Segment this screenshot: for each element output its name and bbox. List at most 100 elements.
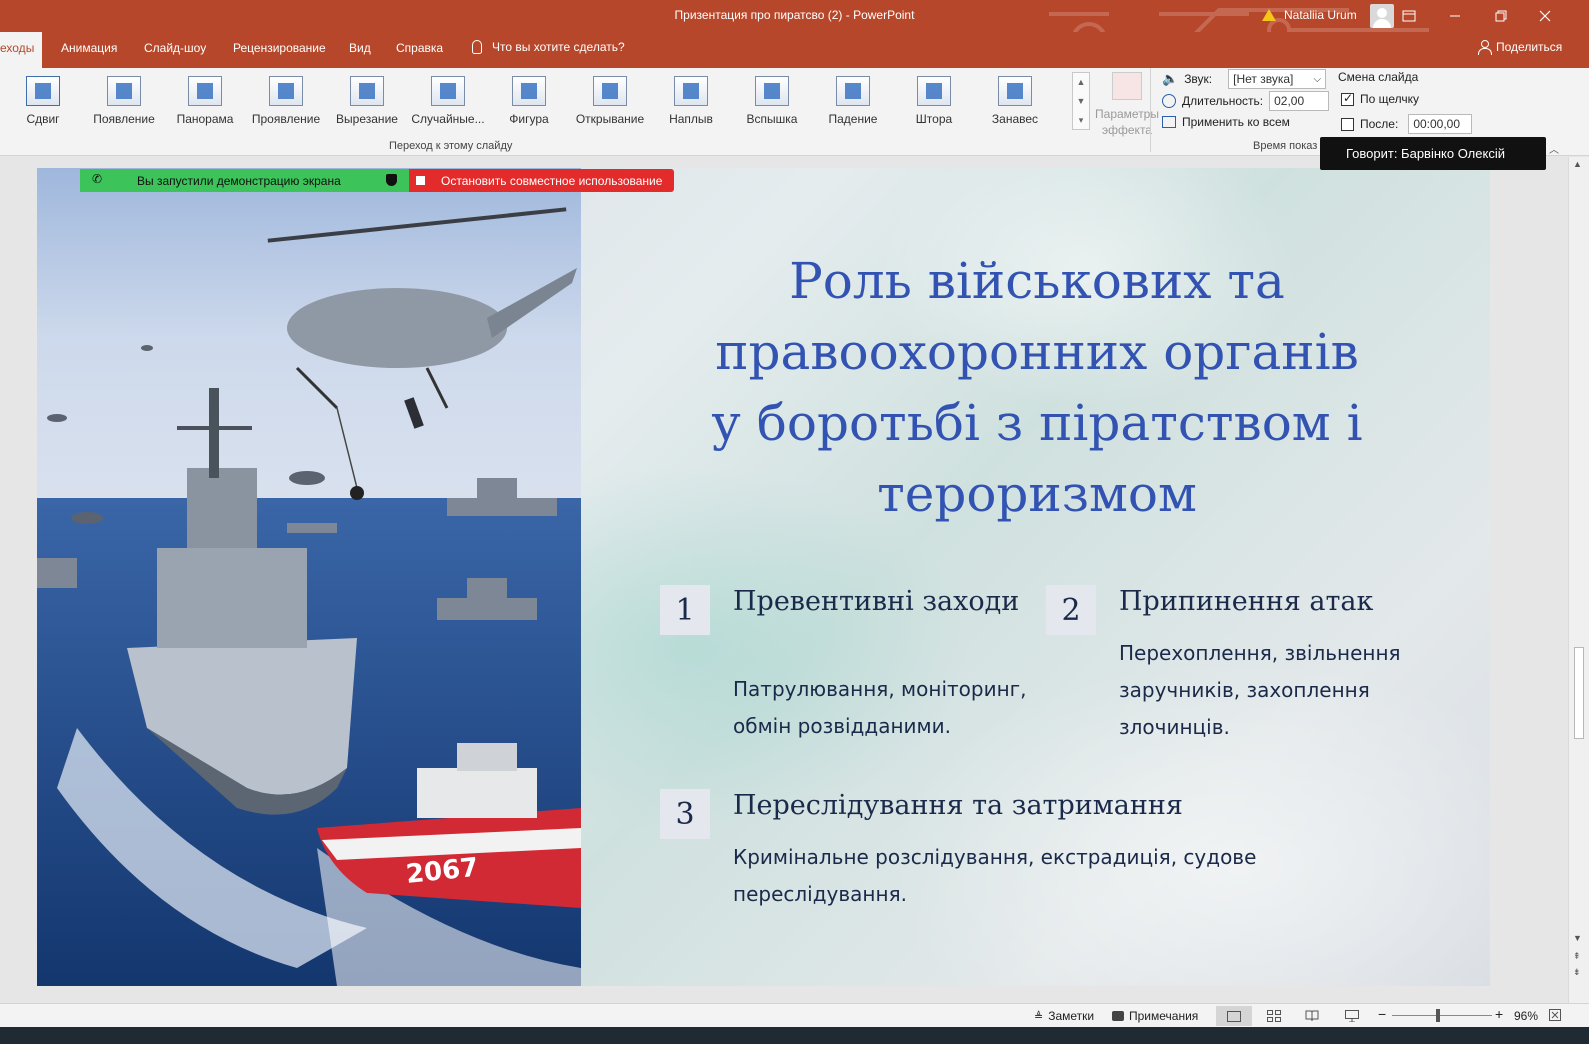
share-button[interactable]: Поделиться: [1478, 40, 1563, 55]
apply-all-button[interactable]: Применить ко всем: [1162, 115, 1290, 129]
zoom-slider-thumb[interactable]: [1436, 1009, 1440, 1022]
tell-me-search[interactable]: Что вы хотите сделать?: [472, 40, 625, 54]
slide[interactable]: 2067 Роль військових та правоохоронних о…: [37, 168, 1490, 986]
transition-cover[interactable]: Наплыв: [651, 74, 731, 130]
slide-title[interactable]: Роль військових та правоохоронних органі…: [657, 246, 1417, 530]
item-body[interactable]: Кримінальне розслідування, екстрадиція, …: [733, 839, 1256, 913]
slideshow-icon: [1345, 1010, 1359, 1022]
zoom-level[interactable]: 96%: [1514, 1009, 1538, 1023]
sound-label: Звук:: [1184, 72, 1213, 86]
on-click-checkbox[interactable]: По щелчку: [1341, 91, 1419, 106]
stop-sharing-button[interactable]: Остановить совместное использование: [409, 169, 674, 192]
scroll-down-icon[interactable]: ▼: [1573, 933, 1582, 943]
scroll-up-icon[interactable]: ▲: [1573, 159, 1582, 169]
after-row: После: 00:00,00: [1341, 114, 1473, 134]
os-taskbar: [0, 1027, 1589, 1044]
after-time-spinner[interactable]: 00:00,00: [1408, 114, 1473, 134]
slide-photo-naval-operation[interactable]: 2067: [37, 168, 581, 986]
tab-slideshow[interactable]: Слайд-шоу: [144, 41, 206, 55]
user-name: Nataliia Urum: [1284, 8, 1357, 22]
group-label-timing: Время показ: [1253, 140, 1318, 152]
sharing-text: Вы запустили демонстрацию экрана: [137, 174, 341, 188]
transition-uncover[interactable]: Открывание: [570, 74, 650, 130]
person-icon: [1478, 40, 1492, 55]
shield-icon: [386, 174, 397, 186]
transition-curtains[interactable]: Занавес: [975, 74, 1055, 130]
checkbox-checked-icon[interactable]: [1341, 91, 1354, 106]
tab-animations[interactable]: Анимация: [61, 41, 117, 55]
gallery-more-icon[interactable]: ▾: [1073, 111, 1089, 130]
transition-shade[interactable]: Штора: [894, 74, 974, 130]
advance-slide-label: Смена слайда: [1338, 70, 1419, 84]
transition-flash[interactable]: Вспышка: [732, 74, 812, 130]
gallery-up-icon[interactable]: ▲: [1073, 73, 1089, 92]
effect-options-icon: [1112, 72, 1142, 100]
tab-help[interactable]: Справка: [396, 41, 443, 55]
comments-button[interactable]: Примечания: [1112, 1009, 1198, 1023]
slideshow-view-button[interactable]: [1334, 1006, 1370, 1026]
collapse-ribbon-icon[interactable]: ︿: [1549, 141, 1559, 156]
fit-slide-button[interactable]: [1549, 1009, 1561, 1021]
ribbon-display-options-icon[interactable]: [1386, 0, 1432, 32]
item-heading[interactable]: Переслідування та затримання: [733, 790, 1183, 821]
tab-view[interactable]: Вид: [349, 41, 371, 55]
item-body[interactable]: Патрулювання, моніторинг, обмін розвідда…: [733, 671, 1027, 745]
transition-fade[interactable]: Проявление: [246, 74, 326, 130]
duration-label: Длительность:: [1182, 94, 1264, 108]
vertical-scrollbar[interactable]: ▲ ▼ ⇞ ⇟: [1568, 157, 1589, 1003]
item-body[interactable]: Перехоплення, звільнення заручників, зах…: [1119, 635, 1401, 746]
share-label: Поделиться: [1496, 40, 1563, 54]
chevron-down-icon: ⌵: [1313, 73, 1322, 85]
speaker-icon: 🔈: [1162, 71, 1179, 86]
gallery-down-icon[interactable]: ▼: [1073, 92, 1089, 111]
previous-slide-icon[interactable]: ⇞: [1573, 951, 1581, 962]
after-checkbox[interactable]: [1341, 117, 1354, 131]
shape-icon: [512, 76, 546, 106]
transition-push[interactable]: Сдвиг: [3, 74, 83, 130]
item-heading[interactable]: Припинення атак: [1119, 586, 1373, 617]
account-area[interactable]: Nataliia Urum: [1262, 8, 1357, 22]
zoom-out-button[interactable]: −: [1378, 1006, 1386, 1022]
minimize-icon[interactable]: [1432, 0, 1478, 32]
slide-sorter-button[interactable]: [1256, 1006, 1292, 1026]
phone-icon: ✆: [92, 172, 103, 186]
item-number-badge: 2: [1046, 585, 1096, 635]
normal-view-button[interactable]: [1216, 1006, 1252, 1026]
transition-pan[interactable]: Панорама: [165, 74, 245, 130]
scroll-thumb[interactable]: [1574, 647, 1584, 739]
transition-cut[interactable]: Вырезание: [327, 74, 407, 130]
group-label-transition: Переход к этому слайду: [389, 140, 513, 152]
uncover-icon: [593, 76, 627, 106]
restore-icon[interactable]: [1478, 0, 1524, 32]
tab-transitions[interactable]: еходы: [0, 32, 43, 68]
warning-icon[interactable]: [1262, 9, 1276, 21]
cut-icon: [350, 76, 384, 106]
push-icon: [26, 76, 60, 106]
gallery-scroll[interactable]: ▲ ▼ ▾: [1072, 72, 1090, 130]
item-heading[interactable]: Превентивні заходи: [733, 586, 1019, 617]
duration-row: Длительность: 02,00: [1162, 91, 1330, 111]
random-bars-icon: [431, 76, 465, 106]
transition-fall[interactable]: Падение: [813, 74, 893, 130]
duration-spinner[interactable]: 02,00: [1269, 91, 1330, 111]
transition-wipe[interactable]: Появление: [84, 74, 164, 130]
transition-shape[interactable]: Фигура: [489, 74, 569, 130]
speaking-tooltip: Говорит: Барвінко Олексій: [1320, 137, 1546, 170]
reading-view-button[interactable]: [1294, 1006, 1330, 1026]
sharing-indicator[interactable]: ✆ Вы запустили демонстрацию экрана: [80, 169, 409, 192]
pan-icon: [188, 76, 222, 106]
transition-random-bars[interactable]: Случайные...: [408, 74, 488, 130]
normal-view-icon: [1227, 1010, 1241, 1022]
lightbulb-icon: [472, 40, 482, 54]
notes-button[interactable]: ≜ Заметки: [1034, 1009, 1094, 1023]
zoom-slider-track[interactable]: [1392, 1015, 1492, 1016]
next-slide-icon[interactable]: ⇟: [1573, 967, 1581, 978]
sound-dropdown[interactable]: [Нет звука] ⌵: [1228, 69, 1327, 89]
close-icon[interactable]: [1522, 0, 1568, 32]
tab-review[interactable]: Рецензирование: [233, 41, 326, 55]
fall-icon: [836, 76, 870, 106]
item-number-badge: 3: [660, 789, 710, 839]
tell-me-text: Что вы хотите сделать?: [492, 40, 625, 54]
zoom-in-button[interactable]: +: [1495, 1006, 1503, 1022]
notes-icon: ≜: [1034, 1010, 1044, 1023]
